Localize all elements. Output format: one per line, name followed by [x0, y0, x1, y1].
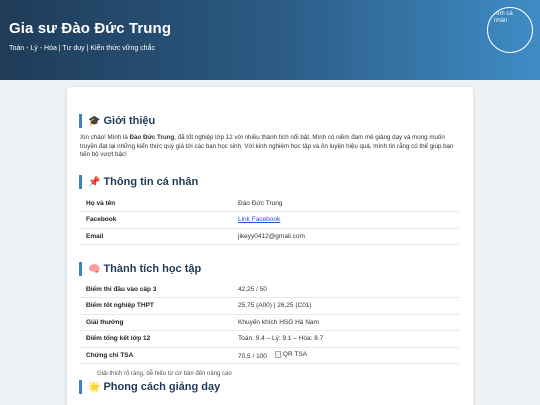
- row-label: Điểm thi đầu vào cấp 3: [80, 281, 232, 298]
- avatar: Ảnh cá nhân: [487, 7, 533, 53]
- table-row: Điểm thi đầu vào cấp 3 42,25 / 50: [80, 281, 460, 298]
- row-label: Email: [80, 228, 232, 245]
- section-title-text: Thông tin cá nhân: [103, 176, 199, 188]
- table-row: Email jikeyy0412@gmail.com: [80, 228, 460, 245]
- section-title-text: Phong cách giảng dạy: [103, 381, 221, 393]
- graduation-cap-icon: 🎓: [88, 116, 101, 127]
- email-value: jikeyy0412@gmail.com: [232, 228, 460, 245]
- site-tagline: Toán - Lý - Hóa | Tư duy | Kiến thức vữn…: [9, 45, 155, 52]
- broken-image-icon: [274, 350, 281, 358]
- row-value: Khuyến khích HSG Hà Nam: [232, 314, 460, 331]
- intro-paragraph: Xin chào! Mình là Đào Đức Trung, đã tốt …: [80, 134, 460, 160]
- section-title-text: Thành tích học tập: [103, 263, 202, 275]
- intro-name: Đào Đức Trung: [129, 134, 175, 141]
- row-value: 70,5 / 100: [238, 352, 267, 360]
- row-value: 25,75 (A00) | 26,25 (C01): [232, 297, 460, 315]
- facebook-link[interactable]: Link Facebook: [238, 216, 280, 223]
- table-row: Điểm tổng kết lớp 12 Toán: 9.4 – Lý: 9.1…: [80, 330, 460, 348]
- table-row: Giải thưởng Khuyến khích HSG Hà Nam: [80, 314, 460, 331]
- brain-icon: 🧠: [88, 264, 101, 275]
- row-label: Điểm tổng kết lớp 12: [80, 330, 232, 348]
- star-icon: 🌟: [88, 382, 101, 393]
- section-title-achievements: 🧠 Thành tích học tập: [79, 262, 201, 276]
- section-title-text: Giới thiệu: [103, 115, 156, 127]
- table-row: Điểm tốt nghiệp THPT 25,75 (A00) | 26,25…: [80, 297, 460, 315]
- row-label: Giải thưởng: [80, 314, 232, 331]
- site-title: Gia sư Đào Đức Trung: [9, 20, 172, 37]
- qr-tsa-image: QR TSA: [274, 350, 308, 358]
- table-row: Facebook Link Facebook: [80, 211, 460, 229]
- intro-text-before: Xin chào! Mình là: [80, 134, 130, 141]
- row-value: Đào Đức Trung: [232, 195, 460, 212]
- section-title-personal: 📌 Thông tin cá nhân: [79, 175, 198, 189]
- style-list-item: Giải thích rõ ràng, dễ hiểu từ cơ bản đế…: [97, 371, 232, 377]
- row-label: Chứng chỉ TSA: [80, 347, 232, 364]
- row-value: 42,25 / 50: [232, 281, 460, 298]
- content-card: 🎓 Giới thiệu Xin chào! Mình là Đào Đức Tr…: [67, 87, 473, 405]
- personal-info-table: Họ và tên Đào Đức Trung Facebook Link Fa…: [80, 195, 460, 245]
- achievements-table: Điểm thi đầu vào cấp 3 42,25 / 50 Điểm t…: [80, 281, 460, 364]
- row-label: Facebook: [80, 211, 232, 229]
- section-title-intro: 🎓 Giới thiệu: [79, 114, 155, 128]
- row-label: Họ và tên: [80, 195, 232, 212]
- site-header: Gia sư Đào Đức Trung Toán - Lý - Hóa | T…: [0, 0, 540, 80]
- table-row: Chứng chỉ TSA 70,5 / 100 QR TSA: [80, 347, 460, 364]
- table-row: Họ và tên Đào Đức Trung: [80, 195, 460, 212]
- section-title-style: 🌟 Phong cách giảng dạy: [79, 380, 220, 394]
- avatar-alt-text: Ảnh cá nhân: [494, 11, 513, 24]
- qr-alt-text: QR TSA: [282, 350, 308, 358]
- row-label: Điểm tốt nghiệp THPT: [80, 297, 232, 315]
- pushpin-icon: 📌: [88, 177, 101, 188]
- row-value: Toán: 9.4 – Lý: 9.1 – Hóa: 8.7: [232, 330, 460, 348]
